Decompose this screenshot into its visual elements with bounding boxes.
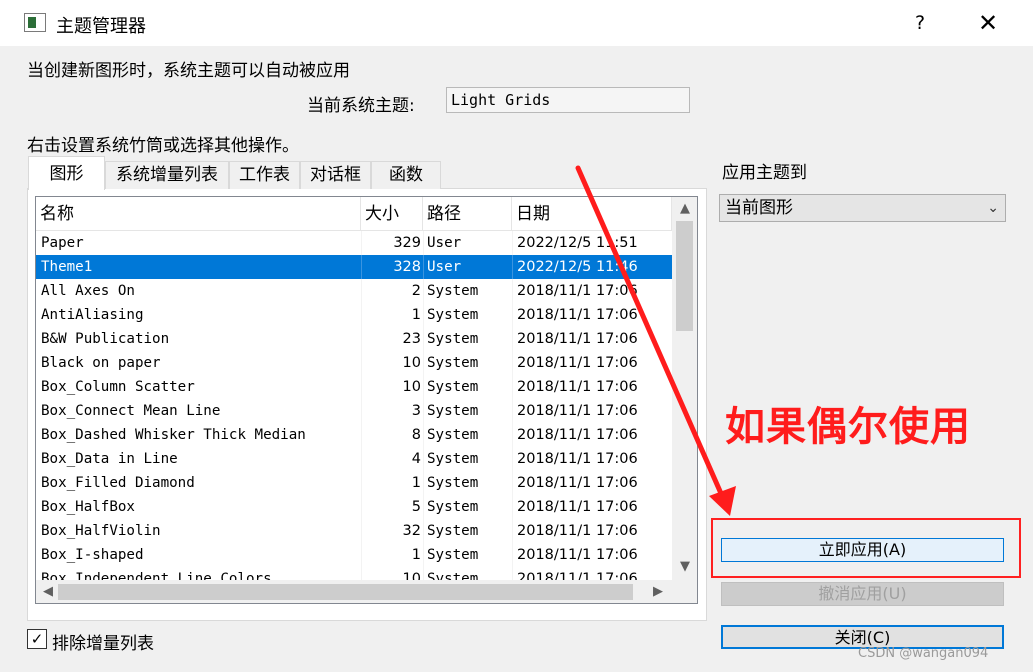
exclude-increment-label[interactable]: 排除增量列表 [52, 629, 154, 654]
apply-now-button[interactable]: 立即应用(A) [721, 538, 1004, 562]
watermark: CSDN @wangan094 [858, 646, 989, 661]
undo-apply-button[interactable]: 撤消应用(U) [721, 582, 1004, 606]
exclude-increment-checkbox[interactable]: ✓ [27, 629, 47, 649]
tab-graph[interactable]: 图形 [28, 156, 105, 190]
annotation-text: 如果偶尔使用 [725, 404, 971, 450]
